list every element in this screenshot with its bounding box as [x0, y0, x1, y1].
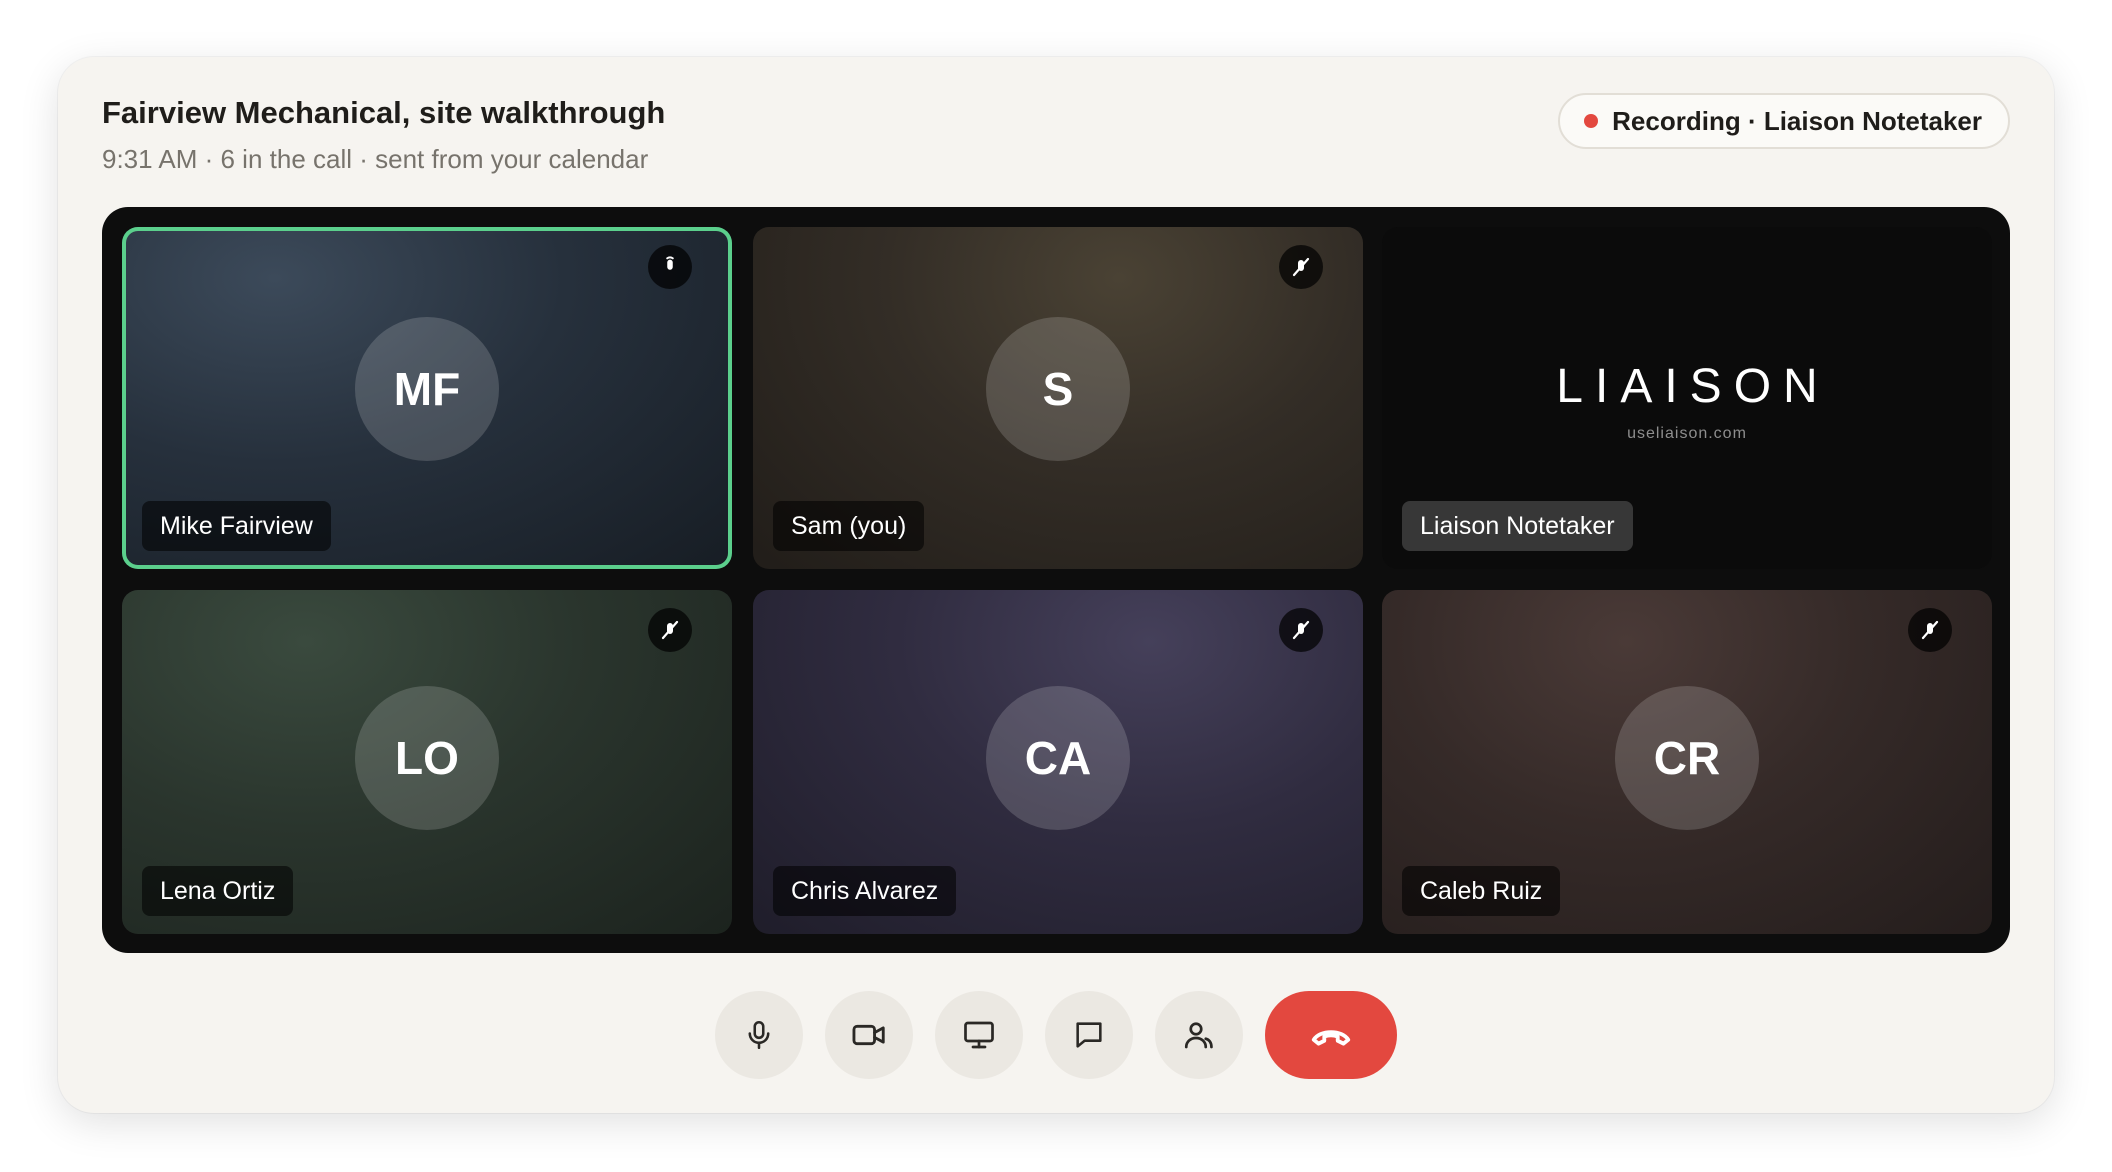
- mic-off-icon: [648, 245, 692, 289]
- participant-name: Caleb Ruiz: [1402, 866, 1561, 916]
- participant-tile-sam[interactable]: S Sam (you): [753, 227, 1363, 569]
- share-screen-button[interactable]: [935, 991, 1023, 1079]
- recording-label: Recording · Liaison Notetaker: [1612, 105, 1982, 136]
- video-grid: MF Mike Fairview S Sam (you) LIAISON use…: [102, 207, 2010, 953]
- mic-off-icon: [1908, 608, 1952, 652]
- chat-icon: [1076, 1022, 1102, 1048]
- liaison-url: useliaison.com: [1627, 425, 1747, 442]
- avatar: CA: [986, 686, 1130, 830]
- camera-button[interactable]: [825, 991, 913, 1079]
- mic-off-icon: [1279, 608, 1323, 652]
- recording-indicator[interactable]: Recording · Liaison Notetaker: [1558, 93, 2010, 149]
- participant-name: Sam (you): [773, 501, 925, 551]
- mic-off-icon: [1279, 245, 1323, 289]
- participant-name: Mike Fairview: [142, 501, 331, 551]
- mic-off-icon: [648, 608, 692, 652]
- screen-share-icon: [964, 1021, 994, 1049]
- call-controls: [58, 991, 2054, 1079]
- meeting-title: Fairview Mechanical, site walkthrough: [102, 95, 666, 130]
- end-call-icon: [1311, 1030, 1351, 1046]
- liaison-logo: LIAISON: [1556, 360, 1830, 413]
- avatar: LO: [355, 686, 499, 830]
- participant-name: Chris Alvarez: [773, 866, 957, 916]
- participant-name: Liaison Notetaker: [1402, 501, 1633, 551]
- video-camera-icon: [852, 1024, 885, 1046]
- microphone-icon: [748, 1020, 770, 1050]
- participant-name: Lena Ortiz: [142, 866, 294, 916]
- recording-dot-icon: [1584, 114, 1599, 128]
- participants-icon: [1184, 1022, 1213, 1049]
- avatar: MF: [355, 317, 499, 461]
- chat-button[interactable]: [1045, 991, 1133, 1079]
- end-call-button[interactable]: [1265, 991, 1397, 1079]
- participant-tile-liaison-notetaker[interactable]: LIAISON useliaison.com Liaison Notetaker: [1382, 227, 1992, 569]
- participants-button[interactable]: [1155, 991, 1243, 1079]
- participant-tile-mike-fairview[interactable]: MF Mike Fairview: [122, 227, 732, 569]
- avatar: CR: [1615, 686, 1759, 830]
- participant-tile-chris-alvarez[interactable]: CA Chris Alvarez: [753, 590, 1363, 934]
- meeting-window: Fairview Mechanical, site walkthrough 9:…: [58, 57, 2054, 1113]
- participant-tile-caleb-ruiz[interactable]: CR Caleb Ruiz: [1382, 590, 1992, 934]
- meeting-subtitle: 9:31 AM · 6 in the call · sent from your…: [102, 144, 649, 174]
- microphone-button[interactable]: [715, 991, 803, 1079]
- avatar: S: [986, 317, 1130, 461]
- participant-tile-lena-ortiz[interactable]: LO Lena Ortiz: [122, 590, 732, 934]
